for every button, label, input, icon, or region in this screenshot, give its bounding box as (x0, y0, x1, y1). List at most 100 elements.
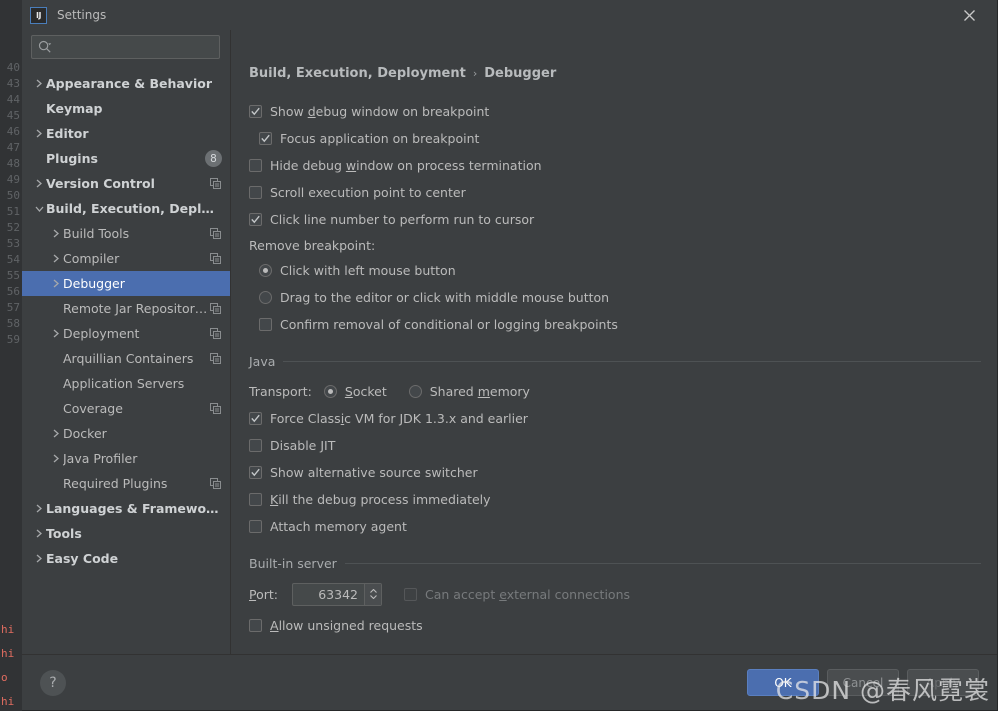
port-stepper-arrows[interactable] (364, 583, 381, 605)
sidebar-item-plugins[interactable]: Plugins 8 (22, 146, 230, 171)
port-stepper[interactable]: 63342 (292, 582, 382, 606)
radio-selected-icon[interactable] (323, 385, 337, 398)
apply-button[interactable]: Apply (907, 669, 979, 696)
checkbox-unchecked-icon[interactable] (249, 520, 262, 533)
option-label: Force Classic VM for JDK 1.3.x and earli… (270, 411, 528, 426)
debugger-general-options: Show debug window on breakpoint Focus app… (249, 98, 981, 233)
chevron-right-icon[interactable] (32, 129, 46, 138)
checkbox-unchecked-icon[interactable] (249, 619, 262, 632)
sidebar-item-version-control[interactable]: Version Control (22, 171, 230, 196)
allow-unsigned-requests-checkbox[interactable]: Allow unsigned requests (249, 612, 981, 639)
search-input[interactable] (31, 35, 220, 59)
java-debug-option[interactable]: Show alternative source switcher (249, 459, 981, 486)
checkbox-checked-icon[interactable] (249, 466, 262, 479)
remove-breakpoint-radios: Click with left mouse button Drag to the … (249, 257, 981, 311)
radio-unselected-icon[interactable] (408, 385, 422, 398)
gutter-line-number: 49 (6, 173, 20, 186)
breadcrumb-root[interactable]: Build, Execution, Deployment (249, 66, 466, 81)
port-value[interactable]: 63342 (293, 584, 364, 605)
transport-radio[interactable]: Socket (323, 384, 387, 399)
chevron-right-icon[interactable] (32, 79, 46, 88)
chevron-right-icon[interactable] (49, 229, 63, 238)
port-label: Port: (249, 586, 278, 602)
radio-selected-icon[interactable] (259, 264, 272, 277)
help-button[interactable]: ? (40, 669, 66, 696)
sidebar-item-debugger[interactable]: Debugger (22, 271, 230, 296)
sidebar-item-deployment[interactable]: Deployment (22, 321, 230, 346)
radio-unselected-icon[interactable] (259, 291, 272, 304)
option-label: Kill the debug process immediately (270, 492, 491, 507)
gutter-line-number: 44 (6, 93, 20, 106)
debugger-option[interactable]: Focus application on breakpoint (249, 125, 981, 152)
sidebar-item-label: Debugger (63, 276, 125, 291)
transport-radio[interactable]: Shared memory (408, 384, 530, 399)
sidebar-item-editor[interactable]: Editor (22, 121, 230, 146)
sidebar-item-keymap[interactable]: Keymap (22, 96, 230, 121)
port-row: Port: 63342 Can accept external connecti… (249, 580, 981, 608)
debugger-option[interactable]: Hide debug window on process termination (249, 152, 981, 179)
checkbox-unchecked-icon[interactable] (259, 318, 272, 331)
settings-sidebar: Appearance & Behavior Keymap Editor Plugins… (22, 30, 230, 654)
chevron-right-icon[interactable] (32, 554, 46, 563)
checkbox-unchecked-icon[interactable] (249, 159, 262, 172)
chevron-right-icon[interactable] (49, 254, 63, 263)
sidebar-item-docker[interactable]: Docker (22, 421, 230, 446)
external-connections-option[interactable]: Can accept external connections (404, 587, 630, 602)
editor-gutter: 40 43 44 45 46 47 48 49 50 51 52 53 54 55 56 57 58 59 (0, 0, 22, 711)
sidebar-item-remote-jar-repositories[interactable]: Remote Jar Repositories (22, 296, 230, 321)
chevron-right-icon[interactable] (49, 329, 63, 338)
ok-button[interactable]: OK (747, 669, 819, 696)
sidebar-item-tools[interactable]: Tools (22, 521, 230, 546)
close-icon[interactable] (949, 0, 989, 30)
sidebar-item-compiler[interactable]: Compiler (22, 246, 230, 271)
checkbox-checked-icon[interactable] (259, 132, 272, 145)
option-label: Focus application on breakpoint (280, 131, 480, 146)
chevron-right-icon[interactable] (32, 529, 46, 538)
debugger-option[interactable]: Show debug window on breakpoint (249, 98, 981, 125)
chevron-right-icon[interactable] (32, 504, 46, 513)
sidebar-item-arquillian-containers[interactable]: Arquillian Containers (22, 346, 230, 371)
checkbox-checked-icon[interactable] (249, 412, 262, 425)
chevron-right-icon[interactable] (49, 429, 63, 438)
sidebar-item-easy-code[interactable]: Easy Code (22, 546, 230, 571)
checkbox-unchecked-icon[interactable] (249, 493, 262, 506)
checkbox-unchecked-icon[interactable] (249, 439, 262, 452)
checkbox-checked-icon[interactable] (249, 105, 262, 118)
chevron-down-icon[interactable] (32, 205, 46, 213)
sidebar-item-languages-frameworks[interactable]: Languages & Frameworks (22, 496, 230, 521)
debugger-option[interactable]: Click line number to perform run to curs… (249, 206, 981, 233)
remove-breakpoint-radio[interactable]: Drag to the editor or click with middle … (249, 284, 981, 311)
debugger-option[interactable]: Scroll execution point to center (249, 179, 981, 206)
java-debug-option[interactable]: Disable JIT (249, 432, 981, 459)
option-label: Socket (344, 384, 387, 399)
builtin-section-title: Built-in server (249, 555, 337, 571)
copy-settings-icon (208, 403, 222, 414)
java-debug-option[interactable]: Force Classic VM for JDK 1.3.x and earli… (249, 405, 981, 432)
remove-breakpoint-radio[interactable]: Click with left mouse button (249, 257, 981, 284)
console-line: o (1, 671, 8, 684)
settings-tree[interactable]: Appearance & Behavior Keymap Editor Plugins… (22, 71, 230, 654)
confirm-removal-checkbox[interactable]: Confirm removal of conditional or loggin… (249, 311, 981, 338)
chevron-right-icon[interactable] (32, 179, 46, 188)
chevron-right-icon[interactable] (49, 279, 63, 288)
sidebar-item-appearance-behavior[interactable]: Appearance & Behavior (22, 71, 230, 96)
java-debug-option[interactable]: Kill the debug process immediately (249, 486, 981, 513)
sidebar-item-required-plugins[interactable]: Required Plugins (22, 471, 230, 496)
checkbox-checked-icon[interactable] (249, 213, 262, 226)
chevron-right-icon (53, 279, 59, 288)
console-line: hi (1, 695, 15, 708)
copy-settings-icon (208, 228, 222, 239)
gutter-line-number: 46 (6, 125, 20, 138)
sidebar-item-build-execution-deployment[interactable]: Build, Execution, Deployment (22, 196, 230, 221)
copy-settings-icon (208, 353, 222, 364)
cancel-button[interactable]: Cancel (827, 669, 899, 696)
sidebar-item-application-servers[interactable]: Application Servers (22, 371, 230, 396)
sidebar-item-coverage[interactable]: Coverage (22, 396, 230, 421)
gutter-line-number: 43 (6, 77, 20, 90)
copy-settings-icon (209, 353, 221, 364)
checkbox-unchecked-icon[interactable] (249, 186, 262, 199)
java-debug-option[interactable]: Attach memory agent (249, 513, 981, 540)
sidebar-item-java-profiler[interactable]: Java Profiler (22, 446, 230, 471)
chevron-right-icon[interactable] (49, 454, 63, 463)
sidebar-item-build-tools[interactable]: Build Tools (22, 221, 230, 246)
